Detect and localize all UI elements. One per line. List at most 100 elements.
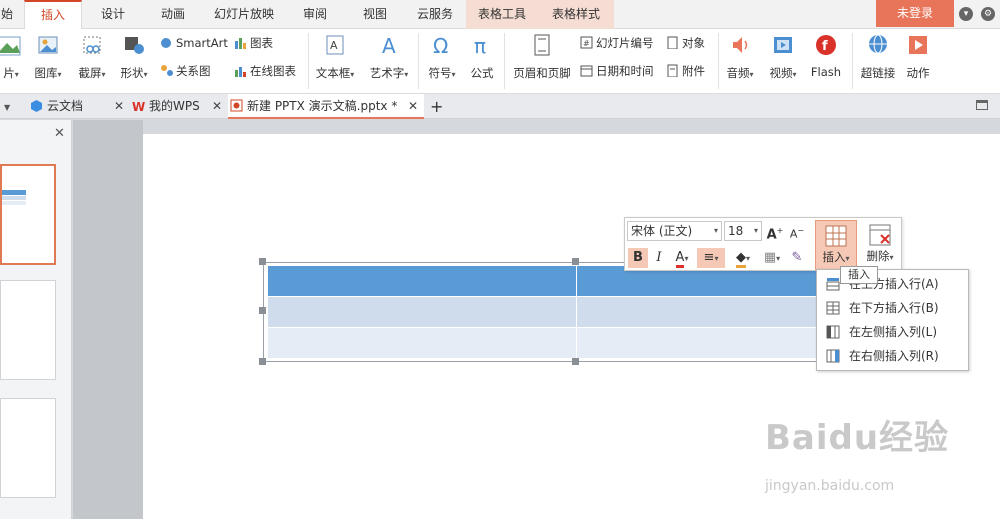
smartart-button[interactable]: SmartArt bbox=[160, 34, 228, 52]
skin-icon[interactable]: ▾ bbox=[959, 7, 973, 21]
panel-toggle-button[interactable] bbox=[976, 94, 990, 119]
video-button[interactable]: 视频▾ bbox=[764, 33, 802, 81]
resize-handle[interactable] bbox=[572, 358, 579, 365]
tab-slideshow[interactable]: 幻灯片放映 bbox=[206, 0, 282, 29]
font-color-icon[interactable]: A▾ bbox=[671, 248, 693, 268]
tab-design[interactable]: 设计 bbox=[90, 0, 136, 29]
shape-button[interactable]: 形状▾ bbox=[116, 33, 152, 81]
slide-number-button[interactable]: # 幻灯片编号 bbox=[580, 34, 654, 52]
table-preview bbox=[2, 201, 26, 205]
formula-button[interactable]: π 公式 bbox=[466, 33, 498, 81]
font-size-select[interactable]: 18 ▾ bbox=[724, 221, 762, 241]
login-button[interactable]: 未登录 bbox=[876, 0, 954, 27]
tab-table-tools[interactable]: 表格工具 bbox=[466, 0, 538, 29]
pptx-file-icon bbox=[230, 99, 243, 112]
menu-item-insert-column-left[interactable]: 在左侧插入列(L) bbox=[817, 320, 968, 344]
gallery-icon bbox=[38, 36, 58, 54]
svg-text:Ω: Ω bbox=[433, 34, 448, 57]
flash-button[interactable]: f Flash bbox=[808, 33, 844, 79]
doc-tab-mywps[interactable]: W 我的WPS ✕ bbox=[132, 94, 224, 119]
close-icon[interactable]: ✕ bbox=[212, 94, 222, 119]
picture-icon bbox=[0, 36, 21, 56]
datetime-button[interactable]: 日期和时间 bbox=[580, 62, 654, 80]
wordart-icon: A bbox=[382, 34, 396, 57]
resize-handle[interactable] bbox=[259, 307, 266, 314]
insert-row-below-icon bbox=[826, 301, 840, 315]
hyperlink-button[interactable]: 超链接 bbox=[858, 33, 898, 81]
relation-chart-button[interactable]: 关系图 bbox=[160, 62, 211, 80]
audio-button[interactable]: 音频▾ bbox=[722, 33, 758, 81]
decrease-font-icon[interactable]: A− bbox=[787, 221, 807, 241]
tab-home[interactable]: 始 bbox=[0, 0, 14, 29]
symbol-button[interactable]: Ω 符号▾ bbox=[424, 33, 460, 81]
doc-tab-cloud[interactable]: 云文档 ✕ bbox=[30, 94, 126, 119]
resize-handle[interactable] bbox=[259, 258, 266, 265]
window-icon bbox=[976, 100, 988, 110]
tab-review[interactable]: 审阅 bbox=[292, 0, 338, 29]
new-tab-button[interactable]: + bbox=[430, 94, 444, 119]
insert-dropdown-menu: 在上方插入行(A) 在下方插入行(B) 在左侧插入列(L) 在右侧插入列(R) bbox=[816, 269, 969, 371]
close-icon[interactable]: ✕ bbox=[408, 94, 418, 119]
tab-table-style[interactable]: 表格样式 bbox=[538, 0, 614, 29]
globe-link-icon bbox=[869, 34, 887, 54]
increase-font-icon[interactable]: A+ bbox=[765, 221, 785, 242]
header-footer-button[interactable]: 页眉和页脚 bbox=[510, 33, 574, 81]
table-delete-icon bbox=[869, 224, 891, 246]
align-icon[interactable]: ≡▾ bbox=[697, 248, 725, 268]
italic-icon[interactable]: I bbox=[649, 248, 669, 268]
wordart-button[interactable]: A 艺术字▾ bbox=[366, 33, 412, 81]
object-button[interactable]: 对象 bbox=[666, 34, 705, 52]
gallery-button[interactable]: 图库▾ bbox=[30, 33, 66, 81]
tab-insert[interactable]: 插入 bbox=[24, 0, 82, 30]
menu-bar: 始 插入 设计 动画 幻灯片放映 审阅 视图 云服务 表格工具 表格样式 未登录… bbox=[0, 0, 1000, 30]
delete-button[interactable]: 删除▾ bbox=[859, 220, 901, 270]
header-footer-icon bbox=[534, 34, 550, 56]
format-painter-icon[interactable]: ✎ bbox=[787, 248, 807, 268]
fill-color-icon[interactable]: ◆▾ bbox=[729, 248, 757, 268]
menu-item-insert-column-right[interactable]: 在右侧插入列(R) bbox=[817, 344, 968, 368]
close-icon[interactable]: ✕ bbox=[54, 126, 65, 141]
picture-button[interactable]: 片▾ bbox=[0, 33, 22, 81]
tab-cloud-service[interactable]: 云服务 bbox=[410, 0, 460, 29]
chevron-down-icon: ▾ bbox=[713, 226, 718, 235]
resize-handle[interactable] bbox=[259, 358, 266, 365]
chart-button[interactable]: 图表 bbox=[234, 34, 273, 52]
tab-animation[interactable]: 动画 bbox=[150, 0, 196, 29]
bold-icon[interactable]: B bbox=[628, 248, 648, 268]
svg-text:#: # bbox=[583, 39, 590, 48]
resize-handle[interactable] bbox=[572, 258, 579, 265]
doc-tab-presentation[interactable]: 新建 PPTX 演示文稿.pptx * ✕ bbox=[228, 94, 424, 119]
insert-button[interactable]: 插入▾ bbox=[815, 220, 857, 270]
online-chart-icon bbox=[235, 67, 246, 77]
calendar-icon bbox=[580, 65, 593, 77]
insert-column-right-icon bbox=[826, 349, 840, 363]
svg-text:π: π bbox=[474, 34, 486, 57]
baidu-watermark: Baidu经验 jingyan.baidu.com bbox=[765, 418, 950, 494]
svg-text:A: A bbox=[382, 34, 396, 57]
action-button[interactable]: 动作 bbox=[900, 33, 936, 81]
table-row[interactable] bbox=[268, 328, 835, 358]
border-icon[interactable]: ▦▾ bbox=[759, 248, 785, 268]
tab-menu-dropdown[interactable]: ▼ bbox=[4, 94, 18, 119]
floating-mini-toolbar: 宋体 (正文) ▾ 18 ▾ A+ A− B I A▾ ≡▾ ◆▾ ▦▾ ✎ 插入▾… bbox=[624, 217, 902, 271]
slide-thumbnail[interactable] bbox=[0, 398, 56, 498]
menu-item-insert-row-below[interactable]: 在下方插入行(B) bbox=[817, 296, 968, 320]
attachment-button[interactable]: 附件 bbox=[666, 62, 705, 80]
settings-icon[interactable]: ⚙ bbox=[981, 7, 995, 21]
font-family-select[interactable]: 宋体 (正文) ▾ bbox=[627, 221, 722, 241]
chevron-down-icon: ▾ bbox=[753, 226, 758, 235]
table[interactable] bbox=[263, 262, 838, 362]
table-row[interactable] bbox=[268, 297, 835, 327]
online-chart-button[interactable]: 在线图表 bbox=[234, 62, 296, 80]
svg-text:f: f bbox=[822, 39, 828, 54]
tab-view[interactable]: 视图 bbox=[352, 0, 398, 29]
slide-thumbnail[interactable] bbox=[0, 280, 56, 380]
scissors-icon bbox=[83, 36, 101, 54]
slide-thumbnail[interactable] bbox=[0, 164, 56, 265]
chart-icon bbox=[235, 38, 246, 49]
film-icon bbox=[774, 37, 792, 53]
close-icon[interactable]: ✕ bbox=[114, 94, 124, 119]
textbox-button[interactable]: A 文本框▾ bbox=[312, 33, 358, 81]
screenshot-button[interactable]: 截屏▾ bbox=[74, 33, 110, 81]
play-action-icon bbox=[909, 36, 927, 54]
